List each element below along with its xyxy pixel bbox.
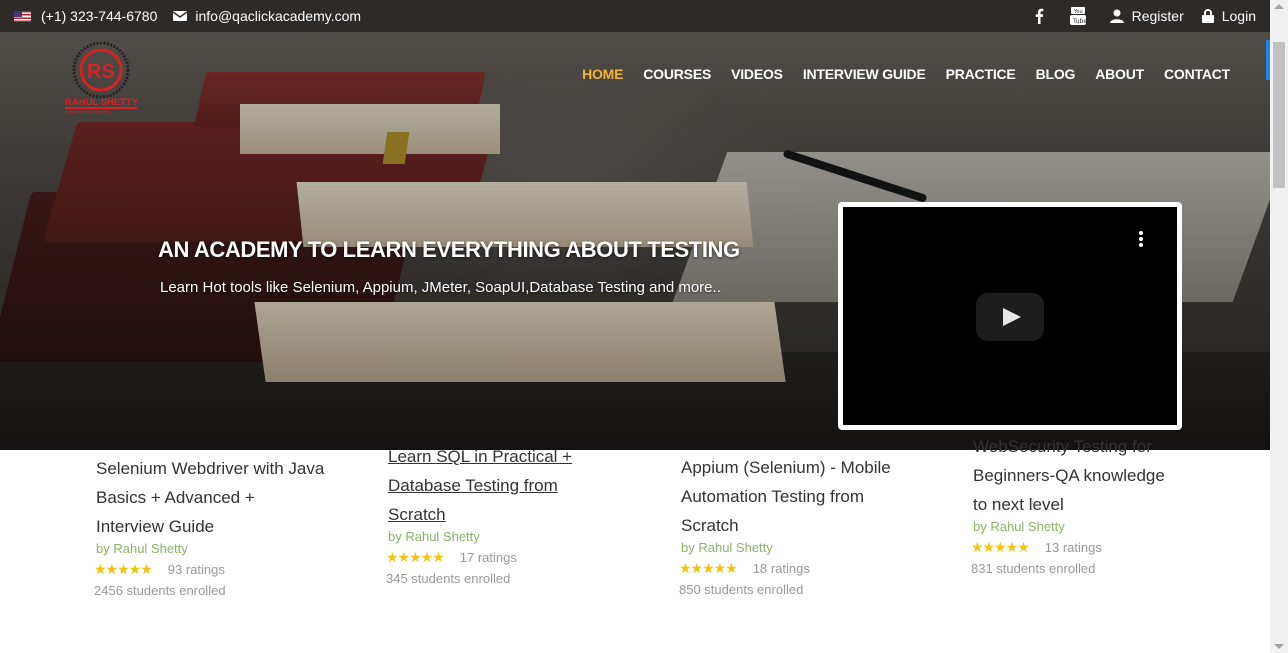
lock-icon [1201, 9, 1214, 23]
course-title[interactable]: WebSecurity Testing for Beginners-QA kno… [973, 432, 1173, 519]
nav-home[interactable]: HOME [582, 66, 623, 82]
nav-contact[interactable]: CONTACT [1164, 66, 1230, 82]
play-button-icon[interactable] [976, 293, 1044, 341]
rating-count: 18 ratings [752, 561, 810, 576]
user-icon [1109, 9, 1124, 23]
nav-about[interactable]: ABOUT [1095, 66, 1144, 82]
rating-count: 93 ratings [167, 562, 225, 577]
main-nav: HOME COURSES VIDEOS INTERVIEW GUIDE PRAC… [582, 66, 1230, 82]
video-player[interactable] [838, 202, 1182, 430]
enrolled-count: 850 students enrolled [679, 582, 804, 597]
course-card[interactable]: Appium (Selenium) - Mobile Automation Te… [679, 453, 896, 597]
star-rating-icon: ★★★★★ [94, 561, 153, 577]
scroll-down-arrow-icon[interactable] [1274, 644, 1284, 649]
facebook-icon[interactable] [1034, 8, 1044, 24]
nav-videos[interactable]: VIDEOS [731, 66, 783, 82]
phone-number: (+1) 323-744-6780 [41, 8, 158, 24]
course-author: by Rahul Shetty [96, 541, 188, 556]
course-author: by Rahul Shetty [388, 529, 480, 544]
logo-tagline: SECOND TEST EXPERT [66, 109, 112, 114]
nav-courses[interactable]: COURSES [643, 66, 711, 82]
us-flag-icon [14, 10, 31, 22]
svg-text:You: You [1073, 9, 1083, 15]
youtube-icon[interactable]: Tube You [1069, 7, 1086, 25]
svg-text:Tube: Tube [1072, 18, 1086, 25]
page-scrollbar[interactable] [1270, 0, 1288, 653]
scrollbar-thumb[interactable] [1273, 42, 1285, 188]
nav-blog[interactable]: BLOG [1036, 66, 1076, 82]
star-rating-icon: ★★★★★ [679, 560, 738, 576]
hero-title: AN ACADEMY TO LEARN EVERYTHING ABOUT TES… [158, 237, 740, 262]
envelope-icon [173, 11, 188, 21]
hero-subtitle: Learn Hot tools like Selenium, Appium, J… [160, 279, 721, 296]
course-author: by Rahul Shetty [973, 519, 1065, 534]
nav-practice[interactable]: PRACTICE [946, 66, 1016, 82]
course-author: by Rahul Shetty [681, 540, 773, 555]
scroll-up-arrow-icon[interactable] [1274, 4, 1284, 9]
course-card[interactable]: Learn SQL in Practical + Database Testin… [386, 442, 588, 586]
logo-name: RAHUL SHETTY [65, 97, 139, 108]
course-card[interactable]: WebSecurity Testing for Beginners-QA kno… [971, 432, 1173, 576]
rating-count: 13 ratings [1044, 540, 1102, 555]
course-title[interactable]: Appium (Selenium) - Mobile Automation Te… [681, 453, 896, 540]
rahul-shetty-logo[interactable]: RS RAHUL SHETTY SECOND TEST EXPERT [62, 42, 140, 114]
login-link[interactable]: Login [1222, 8, 1256, 24]
rating-count: 17 ratings [459, 550, 517, 565]
svg-text:RS: RS [87, 61, 115, 83]
email-link[interactable]: info@qaclickacademy.com [195, 8, 361, 24]
star-rating-icon: ★★★★★ [386, 549, 445, 565]
course-card[interactable]: Selenium Webdriver with Java Basics + Ad… [94, 454, 326, 598]
register-link[interactable]: Register [1132, 8, 1184, 24]
top-bar: (+1) 323-744-6780 info@qaclickacademy.co… [0, 0, 1270, 32]
enrolled-count: 2456 students enrolled [94, 583, 226, 598]
nav-interview-guide[interactable]: INTERVIEW GUIDE [803, 66, 926, 82]
course-title[interactable]: Learn SQL in Practical + Database Testin… [388, 442, 588, 529]
course-title[interactable]: Selenium Webdriver with Java Basics + Ad… [96, 454, 326, 541]
enrolled-count: 831 students enrolled [971, 561, 1096, 576]
star-rating-icon: ★★★★★ [971, 539, 1030, 555]
more-options-icon[interactable] [1139, 231, 1143, 247]
enrolled-count: 345 students enrolled [386, 571, 511, 586]
